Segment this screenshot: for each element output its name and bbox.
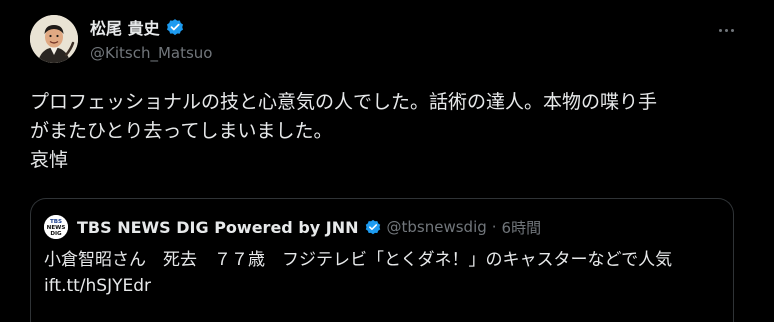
tbs-news-dig-logo: TBS NEWS DIG	[44, 215, 68, 239]
tweet: 松尾 貴史 @Kitsch_Matsuo プロフェッショナルの技と心意気の人でし…	[0, 0, 774, 322]
quoted-handle: @tbsnewsdig	[386, 218, 487, 236]
quoted-separator: ·	[491, 218, 497, 236]
more-dot	[724, 28, 728, 32]
author-avatar-illustration	[30, 15, 78, 63]
verified-badge-icon[interactable]	[165, 17, 185, 37]
author-name-row: 松尾 貴史	[90, 16, 185, 38]
quoted-timestamp: 6時間	[501, 218, 542, 237]
more-dot	[730, 28, 734, 32]
tweet-text: プロフェッショナルの技と心意気の人でした。話術の達人。本物の喋り手 がまたひとり…	[30, 91, 658, 171]
quoted-header: TBS NEWS DIG Powered by JNN @tbsnewsdig …	[77, 216, 541, 238]
verified-badge-icon	[364, 218, 382, 236]
author-handle[interactable]: @Kitsch_Matsuo	[90, 44, 212, 62]
svg-text:DIG: DIG	[50, 231, 62, 237]
quoted-tweet[interactable]: TBS NEWS DIG TBS NEWS DIG Powered by JNN…	[30, 198, 734, 322]
author-display-name[interactable]: 松尾 貴史	[90, 15, 160, 39]
quoted-avatar[interactable]: TBS NEWS DIG	[44, 215, 68, 239]
quoted-display-name: TBS NEWS DIG Powered by JNN	[77, 217, 359, 237]
more-horizontal-icon[interactable]	[714, 20, 738, 40]
more-dot	[718, 28, 722, 32]
author-avatar[interactable]	[30, 15, 78, 63]
quoted-text: 小倉智昭さん 死去 ７７歳 フジテレビ「とくダネ！」のキャスターなどで人気 if…	[44, 250, 673, 296]
